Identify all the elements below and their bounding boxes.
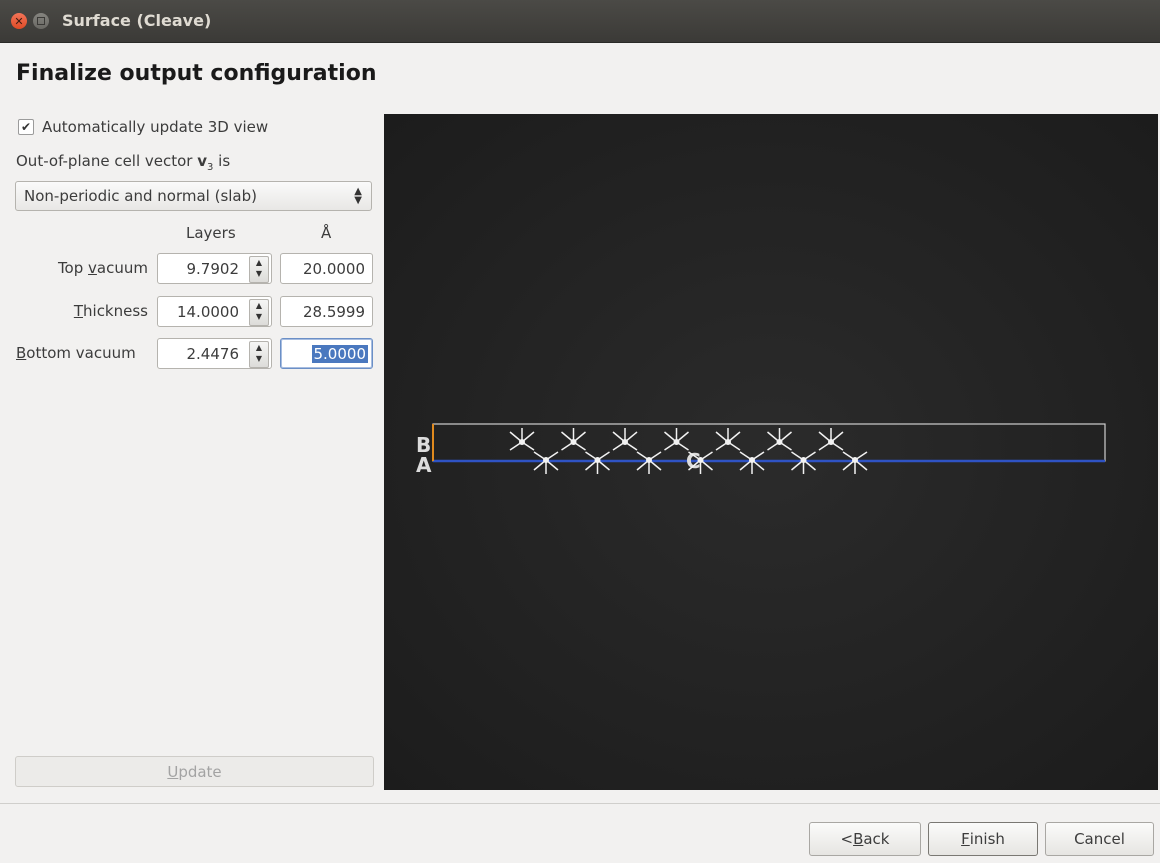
vector-combo[interactable]: Non-periodic and normal (slab) ▲ ▼: [15, 181, 372, 211]
maximize-icon: [37, 17, 45, 25]
updown-arrows-icon: ▲ ▼: [354, 186, 362, 206]
atom-marker: [842, 451, 868, 474]
spin-arrows-icon[interactable]: ▲ ▼: [249, 256, 269, 283]
vector-combo-value: Non-periodic and normal (slab): [24, 187, 257, 205]
thickness-label: Thickness: [73, 302, 148, 320]
atom-marker: [561, 428, 586, 451]
bottom-vacuum-label: Bottom vacuum: [16, 344, 136, 362]
top-vacuum-layers-spinbox[interactable]: 9.7902 ▲ ▼: [157, 253, 272, 284]
atom-marker: [664, 428, 689, 451]
vector-label: Out-of-plane cell vector v3 is: [16, 152, 231, 173]
close-icon: ✕: [14, 14, 24, 28]
atom-marker: [818, 428, 844, 451]
angstrom-column-header: Å: [321, 224, 332, 242]
unit-cell-outline: [432, 423, 1106, 462]
page-title: Finalize output configuration: [16, 61, 377, 86]
structure-view: B A C: [416, 423, 1106, 477]
spin-arrows-icon[interactable]: ▲ ▼: [249, 341, 269, 368]
window-titlebar: ✕ Surface (Cleave): [0, 0, 1160, 43]
layers-column-header: Layers: [186, 224, 236, 242]
auto-update-checkbox[interactable]: ✔: [18, 119, 34, 135]
thickness-angstrom-field[interactable]: 28.5999: [280, 296, 373, 327]
auto-update-label: Automatically update 3D view: [42, 118, 269, 136]
bottom-vacuum-layers-spinbox[interactable]: 2.4476 ▲ ▼: [157, 338, 272, 369]
update-button[interactable]: Update: [15, 756, 374, 787]
atom-marker: [791, 451, 816, 474]
cancel-button[interactable]: Cancel: [1045, 822, 1154, 856]
atom-marker: [585, 451, 610, 474]
bottom-vacuum-angstrom-field[interactable]: 5.0000: [280, 338, 373, 369]
atom-marker: [612, 428, 638, 451]
atom-marker: [636, 451, 662, 474]
atom-marker: [739, 451, 765, 474]
top-vacuum-angstrom-field[interactable]: 20.0000: [280, 253, 373, 284]
back-button[interactable]: < Back: [809, 822, 921, 856]
atom-marker: [533, 451, 559, 474]
atom-marker: [767, 428, 792, 451]
axis-a-label: A: [416, 453, 432, 477]
thickness-layers-spinbox[interactable]: 14.0000 ▲ ▼: [157, 296, 272, 327]
atom-marker: [715, 428, 741, 451]
atom-marker: [509, 428, 535, 451]
checkmark-icon: ✔: [20, 120, 32, 134]
maximize-window-button[interactable]: [33, 13, 49, 29]
top-vacuum-label: Top vacuum: [57, 259, 148, 277]
window-title: Surface (Cleave): [62, 11, 212, 30]
finish-button[interactable]: Finish: [928, 822, 1038, 856]
spin-arrows-icon[interactable]: ▲ ▼: [249, 299, 269, 326]
3d-viewport[interactable]: B A C: [384, 114, 1158, 790]
footer-divider: [0, 803, 1160, 804]
auto-update-checkbox-row[interactable]: ✔ Automatically update 3D view: [18, 118, 268, 136]
close-window-button[interactable]: ✕: [11, 13, 27, 29]
